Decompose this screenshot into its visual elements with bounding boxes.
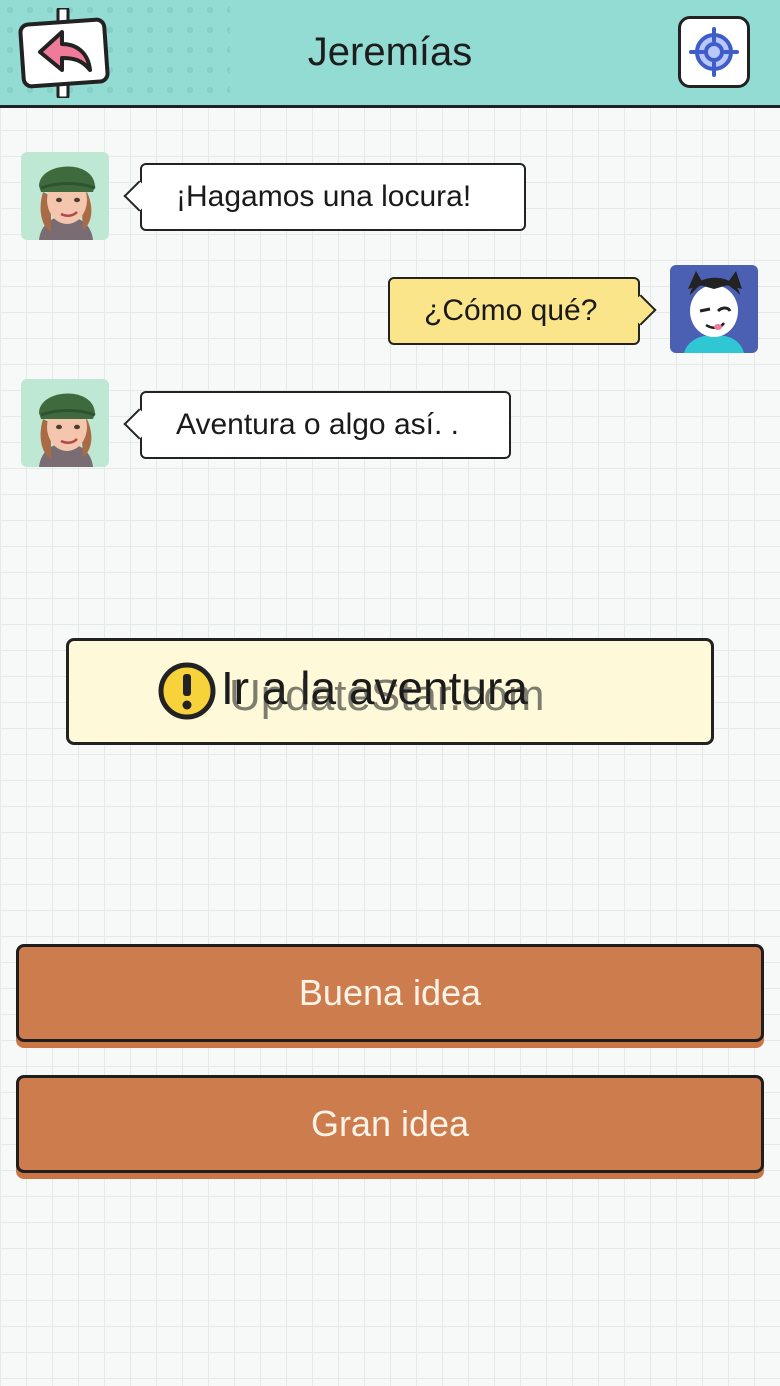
choice-button-gran-idea[interactable]: Gran idea	[16, 1075, 764, 1173]
event-notice-banner: Ir a la aventura UpdateStar.com	[66, 638, 714, 745]
choice-button-buena-idea[interactable]: Buena idea	[16, 944, 764, 1042]
target-button[interactable]	[678, 16, 750, 88]
girl-green-beanie-avatar	[21, 379, 109, 467]
boy-winking-avatar	[670, 265, 758, 353]
watermark-text: UpdateStar.com	[229, 671, 545, 720]
npc-message-bubble: Aventura o algo así. .	[140, 391, 511, 459]
crosshair-icon	[689, 27, 739, 77]
player-message-bubble: ¿Cómo qué?	[388, 277, 640, 345]
message-text: Aventura o algo así. .	[176, 408, 459, 441]
top-bar: Jeremías	[0, 0, 780, 108]
message-text: ¿Cómo qué?	[424, 294, 598, 327]
npc-message-bubble: ¡Hagamos una locura!	[140, 163, 526, 231]
girl-green-beanie-avatar	[21, 152, 109, 240]
page-title: Jeremías	[307, 30, 473, 74]
choice-label: Buena idea	[298, 972, 482, 1013]
message-text: ¡Hagamos una locura!	[176, 180, 472, 213]
choice-label: Gran idea	[310, 1103, 470, 1144]
exclamation-circle-icon	[158, 662, 216, 720]
